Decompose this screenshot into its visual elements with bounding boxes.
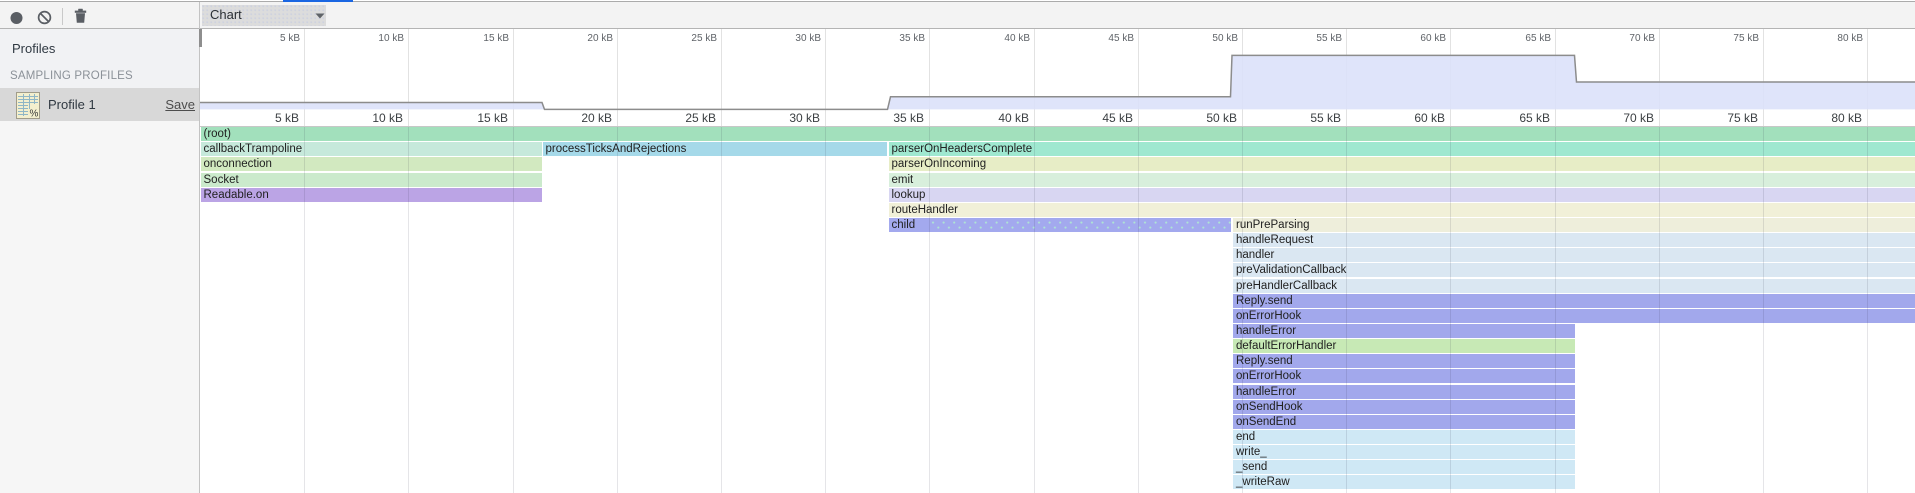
svg-text:%: % [30, 109, 39, 120]
